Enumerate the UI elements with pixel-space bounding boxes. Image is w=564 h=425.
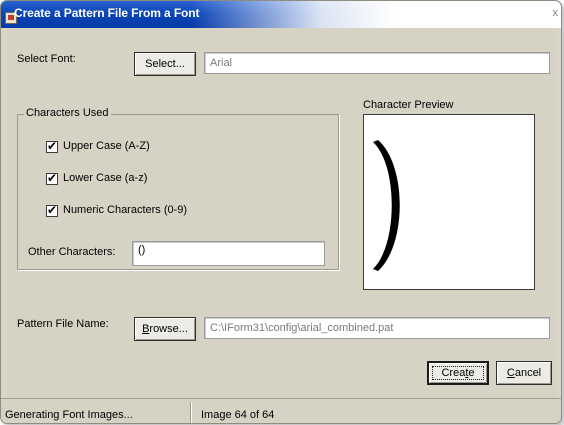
font-name-field[interactable]: Arial — [204, 52, 550, 74]
checkbox-box[interactable]: ✔ — [46, 203, 58, 217]
lower-case-label: Lower Case (a-z) — [63, 172, 148, 184]
title-bar[interactable]: Create a Pattern File From a Font x — [1, 1, 561, 28]
create-button[interactable]: Create — [427, 361, 489, 385]
character-preview-label: Character Preview — [363, 99, 454, 111]
dialog-window: Create a Pattern File From a Font x Sele… — [0, 0, 562, 424]
window-title: Create a Pattern File From a Font — [14, 6, 200, 20]
character-preview-box — [363, 114, 535, 290]
other-characters-label: Other Characters: — [28, 246, 116, 258]
status-divider — [190, 402, 192, 423]
cancel-button[interactable]: Cancel — [496, 361, 552, 385]
check-mark-icon: ✔ — [47, 139, 58, 153]
other-characters-input[interactable]: () — [132, 241, 325, 266]
check-mark-icon: ✔ — [47, 171, 58, 185]
browse-button[interactable]: Browse... — [134, 317, 196, 341]
select-font-button[interactable]: Select... — [134, 52, 196, 76]
check-mark-icon: ✔ — [47, 203, 58, 217]
dialog-content: Select Font: Select... Arial Characters … — [7, 28, 557, 398]
characters-used-legend: Characters Used — [24, 107, 111, 119]
status-bar: Generating Font Images... Image 64 of 64 — [1, 398, 561, 423]
title-bar-fade — [191, 1, 561, 28]
status-message: Generating Font Images... — [5, 409, 133, 421]
checkbox-box[interactable]: ✔ — [46, 171, 58, 185]
pattern-file-label: Pattern File Name: — [17, 318, 109, 330]
checkbox-box[interactable]: ✔ — [46, 139, 58, 153]
numeric-label: Numeric Characters (0-9) — [63, 204, 188, 216]
characters-used-group: Characters Used ✔ Upper Case (A-Z) ✔ Low… — [17, 107, 339, 270]
preview-glyph-icon — [373, 140, 400, 271]
close-icon[interactable]: x — [553, 8, 559, 19]
select-font-label: Select Font: — [17, 53, 76, 65]
status-progress: Image 64 of 64 — [201, 409, 275, 421]
pattern-file-field[interactable]: C:\IForm31\config\arial_combined.pat — [204, 317, 550, 339]
upper-case-label: Upper Case (A-Z) — [63, 140, 150, 152]
